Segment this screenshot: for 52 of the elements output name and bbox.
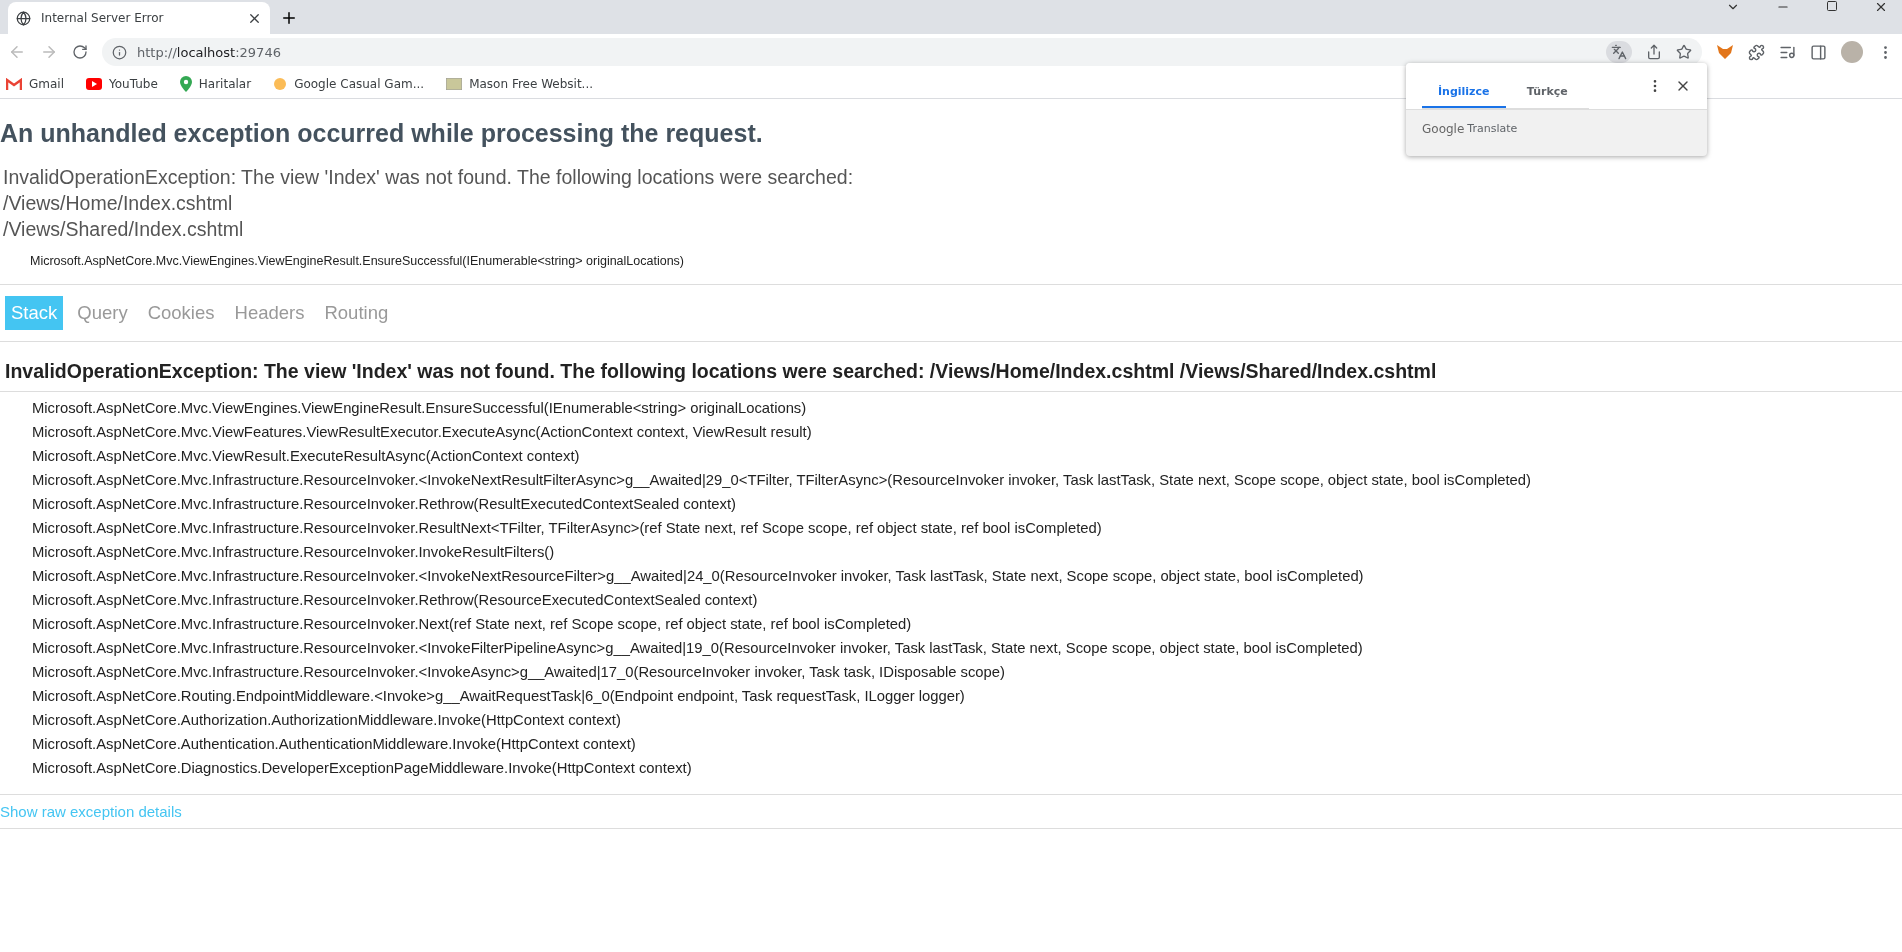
- reload-icon[interactable]: [72, 44, 88, 60]
- map-pin-icon: [179, 76, 192, 92]
- stack-frame: Microsoft.AspNetCore.Authorization.AuthorizationMiddleware.Invoke(HttpContext context): [32, 708, 1902, 732]
- bookmark-link[interactable]: Google Casual Gam...: [294, 77, 425, 91]
- play-icon: [86, 78, 102, 90]
- puzzle-icon[interactable]: [1748, 43, 1765, 61]
- globe-icon: [16, 10, 31, 26]
- stack-frame: Microsoft.AspNetCore.Mvc.Infrastructure.ResourceInvoker.Next(ref State next, ref Scope scope, ref object state, ref bool isCompleted): [32, 612, 1902, 636]
- tab-title: Internal Server Error: [41, 11, 165, 25]
- error-message: /Views/Home/Index.cshtml: [3, 191, 234, 216]
- stack-frame: Microsoft.AspNetCore.Mvc.Infrastructure.ResourceInvoker.<InvokeNextResultFilterAsync>g__Awaited|29_0<TFilter, TFilterAsync>(ResourceInvoker invoker, Task lastTask, State next, Scope scope, object state, bool isCompleted): [32, 468, 1902, 492]
- stack-frame: Microsoft.AspNetCore.Mvc.Infrastructure.ResourceInvoker.Rethrow(ResultExecutedContextSealed context): [32, 492, 1902, 516]
- stack-frame: Microsoft.AspNetCore.Mvc.Infrastructure.ResourceInvoker.ResultNext<TFilter, TFilterAsync>(ref State next, ref Scope scope, ref object state, ref bool isCompleted): [32, 516, 1902, 540]
- bookmark-link[interactable]: Gmail: [29, 77, 64, 91]
- stack-frame: Microsoft.AspNetCore.Authentication.AuthenticationMiddleware.Invoke(HttpContext context): [32, 732, 1902, 756]
- stack-frame: Microsoft.AspNetCore.Mvc.Infrastructure.ResourceInvoker.Rethrow(ResourceExecutedContextSealed context): [32, 588, 1902, 612]
- language-tab[interactable]: İngilizce: [1422, 75, 1506, 108]
- maximize-icon[interactable]: [1826, 0, 1838, 12]
- error-message: InvalidOperationException: The view 'Index' was not found. The following locations were searched:: [3, 165, 855, 190]
- side-panel-icon[interactable]: [1810, 43, 1827, 61]
- bookmark-link[interactable]: YouTube: [109, 77, 158, 91]
- stack-frame: Microsoft.AspNetCore.Mvc.Infrastructure.ResourceInvoker.InvokeResultFilters(): [32, 540, 1902, 564]
- error-message: /Views/Shared/Index.cshtml: [3, 217, 245, 242]
- product-name: Translate: [1467, 122, 1518, 136]
- stack-frame: Microsoft.AspNetCore.Mvc.Infrastructure.ResourceInvoker.<InvokeFilterPipelineAsync>g__Awaited|19_0(ResourceInvoker invoker, Task lastTask, State next, Scope scope, object state, bool isCompleted): [32, 636, 1902, 660]
- stack-frame: Microsoft.AspNetCore.Diagnostics.DeveloperExceptionPageMiddleware.Invoke(HttpContext context): [32, 756, 1902, 780]
- star-icon[interactable]: [1676, 44, 1692, 60]
- stack-frame: Microsoft.AspNetCore.Mvc.ViewEngines.ViewEngineResult.EnsureSuccessful(IEnumerable<string> originalLocations): [32, 396, 1902, 420]
- url-text: http://localhost:29746: [137, 44, 281, 60]
- stack-heading: InvalidOperationException: The view 'Index' was not found. The following locations were searched: /Views/Home/Index.cshtml /Views/Shared/Index.cshtml: [5, 360, 1438, 384]
- circle-icon: [273, 77, 288, 91]
- translate-button[interactable]: [1606, 41, 1632, 63]
- browser-tab[interactable]: Internal Server Error: [8, 2, 270, 34]
- info-icon: [112, 44, 127, 60]
- new-tab-icon[interactable]: [280, 9, 298, 27]
- stack-frame: Microsoft.AspNetCore.Mvc.ViewFeatures.ViewResultExecutor.ExecuteAsync(ActionContext context, ViewResult result): [32, 420, 1902, 444]
- stack-frame: Microsoft.AspNetCore.Routing.EndpointMiddleware.<Invoke>g__AwaitRequestTask|6_0(Endpoint endpoint, Task requestTask, ILogger logger): [32, 684, 1902, 708]
- css-file-icon: [446, 78, 463, 90]
- brand-name: Google: [1422, 122, 1465, 136]
- error-location: Microsoft.AspNetCore.Mvc.ViewEngines.ViewEngineResult.EnsureSuccessful(IEnumerable<string> originalLocations): [29, 253, 686, 270]
- stack-frame: Microsoft.AspNetCore.Mvc.Infrastructure.ResourceInvoker.<InvokeAsync>g__Awaited|17_0(ResourceInvoker invoker, Task task, IDisposable scope): [32, 660, 1902, 684]
- address-bar[interactable]: http://localhost:29746: [102, 38, 1702, 66]
- error-heading: An unhandled exception occurred while processing the request.: [0, 119, 763, 148]
- mail-icon: [6, 78, 22, 90]
- share-icon[interactable]: [1646, 44, 1662, 60]
- stack-frame: Microsoft.AspNetCore.Mvc.ViewResult.ExecuteResultAsync(ActionContext context): [32, 444, 1902, 468]
- fox-icon[interactable]: [1716, 44, 1734, 60]
- close-icon[interactable]: [1874, 0, 1888, 14]
- language-tab[interactable]: Türkçe: [1505, 75, 1589, 108]
- stack-frame: Microsoft.AspNetCore.Mvc.Infrastructure.ResourceInvoker.<InvokeNextResourceFilter>g__Awaited|24_0(ResourceInvoker invoker, Task lastTask, State next, Scope scope, object state, bool isCompleted): [32, 564, 1902, 588]
- bookmark-link[interactable]: Mason Free Websit...: [469, 77, 594, 91]
- bookmark-link[interactable]: Haritalar: [198, 77, 252, 91]
